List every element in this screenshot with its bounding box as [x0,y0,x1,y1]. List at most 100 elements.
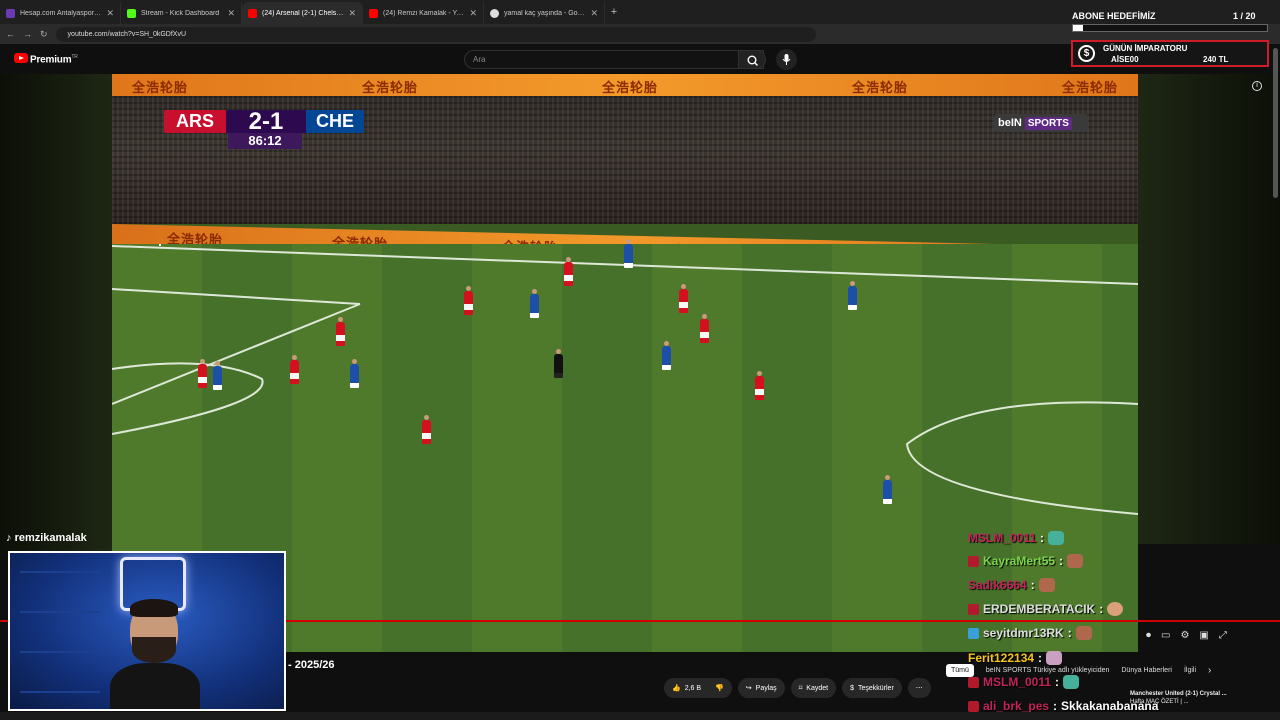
player-controls: ⏺ ▭ ⚙ ▣ ⤢ [1146,630,1227,641]
search-input[interactable]: Ara [464,50,764,69]
reload-icon[interactable]: ↻ [40,29,48,40]
stream-chat-overlay: MSLM_0011: KayraMert55: Sadik6664: ERDEM… [966,528,1158,720]
arsenal-player [700,314,709,343]
tab-title: Stream - Kick Dashboard [141,9,220,17]
ambient-right [1138,74,1280,544]
browser-tab[interactable]: yamal kaç yaşında - Google'da Ara ✕ [484,2,605,24]
youtube-logo-icon[interactable] [14,53,28,63]
like-button[interactable]: 👍 2,6 B 👎 [664,678,732,698]
sub-goal-progress [1072,24,1268,32]
chip-related[interactable]: İlgili [1184,667,1196,674]
settings-gear-icon[interactable]: ⚙ [1180,630,1189,641]
chip-world-news[interactable]: Dünya Haberleri [1121,667,1172,674]
new-tab-button[interactable]: + [605,6,623,18]
chevron-right-icon[interactable]: › [1208,665,1211,676]
browser-tab[interactable]: Hesap.com Antalyaspor - Fenerbahçe ✕ [0,2,121,24]
chat-user: ali_brk_pes [983,699,1050,713]
page-scrollbar[interactable] [1273,48,1278,198]
subtitles-icon[interactable]: ▭ [1161,630,1170,641]
chat-badge [968,627,979,639]
save-button[interactable]: ⌑ Kaydet [790,678,837,698]
arsenal-player [564,257,573,286]
arsenal-player [679,284,688,313]
ad-text: 全浩轮胎 [852,80,909,95]
youtube-brand[interactable]: PremiumTR [30,54,78,65]
back-icon[interactable]: ← [6,29,15,39]
arsenal-player [336,317,345,346]
chip-uploader[interactable]: beIN SPORTS Türkiye adlı yükleyiciden [986,667,1109,674]
url-field[interactable]: youtube.com/watch?v=SH_0kGDfXvU [55,26,816,42]
close-icon[interactable]: ✕ [590,8,598,19]
tab-title: (24) Remzi Kamalak - YouTube [383,9,465,17]
chat-emote [1048,531,1065,545]
fullscreen-icon[interactable]: ⤢ [1219,630,1227,641]
thumbs-up-icon: 👍 [672,685,681,692]
related-video-subtitle: Hafta MAÇ ÖZETİ | ... [1130,699,1189,705]
search-icon [747,55,758,66]
sub-goal-count: 1 / 20 [1233,11,1256,21]
tab-favicon [490,8,499,18]
info-icon[interactable]: i [1252,81,1262,91]
broadcaster-logo: beIN SPORTS [994,114,1088,132]
microphone-icon [782,54,791,65]
chat-badge [968,676,979,688]
search-button[interactable] [738,50,766,69]
tab-favicon [127,8,136,18]
close-icon[interactable]: ✕ [469,8,477,19]
chelsea-player [350,359,359,388]
top-donor-amount: 240 TL [1203,55,1229,64]
thanks-button[interactable]: $ Teşekkürler [842,678,902,698]
share-button[interactable]: ↪ Paylaş [737,678,785,698]
broadcaster-name: beIN [998,117,1022,129]
score: 2-1 [226,110,306,134]
chat-badge [968,603,979,615]
chat-message: ERDEMBERATACIK: [968,599,1124,619]
arsenal-player [198,359,207,388]
dollar-coin-icon: $ [1078,45,1095,62]
thumbs-down-icon[interactable]: 👎 [715,684,724,692]
chat-message: Sadik6664: [968,575,1055,595]
ambient-left [0,74,112,554]
chelsea-player [848,281,857,310]
more-button[interactable]: ⋯ [907,678,931,698]
close-icon[interactable]: ✕ [348,8,356,19]
home-team: ARS [175,111,214,131]
webcam-shelf [20,563,100,693]
related-video[interactable]: Manchester United (2-1) Crystal ... Haft… [1130,690,1250,706]
tab-title: Hesap.com Antalyaspor - Fenerbahçe [20,9,101,17]
arsenal-player [755,371,764,400]
miniplayer-icon[interactable]: ▣ [1199,630,1208,641]
bookmark-icon: ⌑ [798,685,803,692]
video-actions: 👍 2,6 B 👎 ↪ Paylaş ⌑ Kaydet $ Teşekkürler ⋯ [664,678,931,698]
top-donor-user: AİSE00 [1111,55,1139,64]
chat-message: KayraMert55: [968,551,1084,571]
voice-search-button[interactable] [776,49,797,70]
chat-user: Ferit122134 [968,651,1035,665]
close-icon[interactable]: ✕ [227,8,235,19]
chat-user: seyitdmr13RK [983,626,1064,640]
chat-emote [1046,651,1063,665]
webcam-overlay [8,551,286,711]
chat-emote [1063,675,1080,689]
ad-text: 全浩轮胎 [362,80,419,95]
streamer-handle: ♪ remzikamalak [6,532,87,544]
browser-tab-active[interactable]: (24) Arsenal (2-1) Chelsea | ... ✕ [242,2,363,24]
chat-emote [1107,602,1124,616]
browser-tab[interactable]: Stream - Kick Dashboard ✕ [121,2,242,24]
autoplay-toggle-icon[interactable]: ⏺ [1146,630,1151,641]
share-icon: ↪ [745,685,752,692]
os-taskbar [0,712,1280,720]
tab-favicon [369,8,378,18]
chat-badge [968,700,979,712]
chelsea-player [213,361,222,390]
forward-icon[interactable]: → [23,29,32,39]
sub-goal-fill [1073,25,1083,31]
chat-user: MSLM_0011 [983,675,1052,689]
sub-goal-label: ABONE HEDEFİMİZ [1072,11,1156,21]
close-icon[interactable]: ✕ [106,8,114,19]
top-donor-title: GÜNÜN İMPARATORU [1103,44,1188,53]
chat-emote [1075,626,1092,640]
ad-text: 全浩轮胎 [602,80,659,95]
chip-all[interactable]: Tümü [946,664,974,677]
browser-tab[interactable]: (24) Remzi Kamalak - YouTube ✕ [363,2,484,24]
